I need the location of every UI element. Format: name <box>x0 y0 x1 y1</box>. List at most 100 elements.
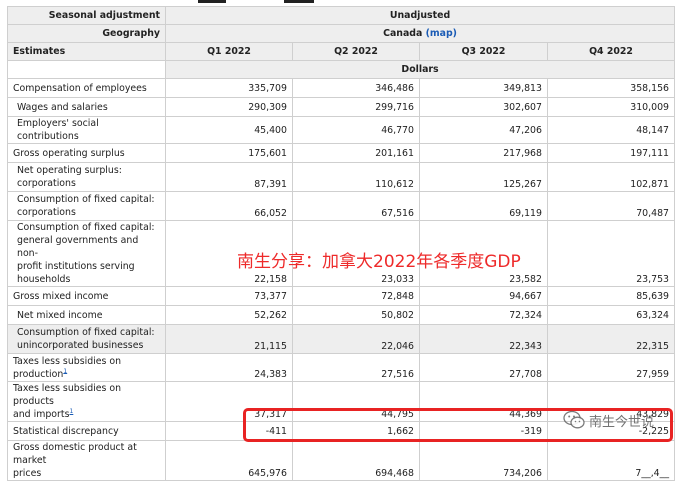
value-cell: 63,324 <box>546 305 676 325</box>
value-cell: 125,267 <box>419 162 548 192</box>
value-cell: 645,976 <box>165 440 293 481</box>
table-row: Employers' social contributions 45,400 46,… <box>7 116 676 144</box>
value-cell: 349,813 <box>419 78 548 98</box>
row-label-line: and imports <box>13 409 70 420</box>
row-label-line: prices <box>13 468 42 479</box>
row-label-line: Gross domestic product at market <box>13 442 137 466</box>
value-cell: 102,871 <box>546 162 676 192</box>
estimates-label: Estimates <box>7 42 166 61</box>
row-label: Employers' social contributions <box>7 116 166 144</box>
value-cell: 24,383 <box>165 353 293 382</box>
row-label-text: Statistical discrepancy <box>13 425 119 437</box>
watermark-caption: 南生分享：加拿大2022年各季度GDP <box>237 252 521 272</box>
row-label: Compensation of employees <box>7 78 166 98</box>
value-cell: 110,612 <box>292 162 420 192</box>
table-row: Consumption of fixed capital: corporation… <box>7 191 676 221</box>
footnote-link[interactable]: 1 <box>69 408 73 415</box>
estimates-header-row: Estimates Q1 2022 Q2 2022 Q3 2022 Q4 202… <box>7 42 676 61</box>
table-row: Wages and salaries 290,309 299,716 302,607 3… <box>7 97 676 117</box>
value-cell: 335,709 <box>165 78 293 98</box>
table-row: Consumption of fixed capital: unincorpora… <box>7 324 676 354</box>
row-label-text: Wages and salaries <box>17 101 108 113</box>
geography-row: Geography Canada (map) <box>7 24 676 43</box>
seasonal-adjustment-value: Unadjusted <box>164 6 676 25</box>
row-label-line: general governments and non- <box>17 235 139 259</box>
geography-value: Canada <box>383 28 423 39</box>
row-label-text: Gross mixed income <box>13 290 109 302</box>
top-strip <box>0 0 700 4</box>
row-label-line: Consumption of fixed capital: <box>17 222 155 233</box>
value-cell: 22,343 <box>419 324 548 354</box>
value-cell: 46,770 <box>292 116 420 144</box>
row-label: Taxes less subsidies on production1 <box>7 353 166 382</box>
seasonal-adjustment-label: Seasonal adjustment <box>7 6 166 25</box>
value-cell: 67,516 <box>292 191 420 221</box>
value-cell: 299,716 <box>292 97 420 117</box>
units-label: Dollars <box>164 60 676 79</box>
row-label: Gross operating surplus <box>7 143 166 163</box>
value-cell: 27,959 <box>546 353 676 382</box>
value-cell: 217,968 <box>419 143 548 163</box>
row-label: Consumption of fixed capital: unincorpora… <box>7 324 166 354</box>
quarter-header: Q4 2022 <box>546 42 676 61</box>
quarter-header: Q1 2022 <box>165 42 293 61</box>
value-cell: 27,516 <box>292 353 420 382</box>
value-cell: 73,377 <box>165 286 293 306</box>
value-cell: 346,486 <box>292 78 420 98</box>
row-label: Consumption of fixed capital: corporation… <box>7 191 166 221</box>
row-label-line: corporations <box>17 207 76 218</box>
value-cell: 52,262 <box>165 305 293 325</box>
row-label: Wages and salaries <box>7 97 166 117</box>
value-cell: 23,753 <box>546 220 676 287</box>
row-label: Consumption of fixed capital: general gov… <box>7 220 166 287</box>
table-row: Gross mixed income 73,377 72,848 94,667 85,6… <box>7 286 676 306</box>
table-row: Compensation of employees 335,709 346,486 3… <box>7 78 676 98</box>
quarter-header: Q3 2022 <box>419 42 548 61</box>
value-cell: 72,324 <box>419 305 548 325</box>
row-label-line: profit institutions serving <box>17 261 135 272</box>
table-row: Net mixed income 52,262 50,802 72,324 63,324 <box>7 305 676 325</box>
row-label-text: Employers' social contributions <box>17 118 99 142</box>
table-row: Net operating surplus: corporations 87,391… <box>7 162 676 192</box>
value-cell: 197,111 <box>546 143 676 163</box>
row-label-line: unincorporated businesses <box>17 340 144 351</box>
wechat-watermark: 南生今世说 <box>563 409 654 431</box>
row-label-line: Net operating surplus: <box>17 165 122 176</box>
value-cell: 27,708 <box>419 353 548 382</box>
value-cell: 7__,4__ <box>546 440 676 481</box>
row-label-text: Compensation of employees <box>13 82 147 94</box>
map-link[interactable]: (map) <box>426 28 457 39</box>
value-cell: 310,009 <box>546 97 676 117</box>
row-label: Gross mixed income <box>7 286 166 306</box>
row-label: Gross domestic product at market prices <box>7 440 166 481</box>
value-cell: 175,601 <box>165 143 293 163</box>
seasonal-adjustment-row: Seasonal adjustment Unadjusted <box>7 6 676 25</box>
row-label-line: Consumption of fixed capital: <box>17 327 155 338</box>
row-label-line: Taxes less subsidies on products <box>13 383 122 407</box>
value-cell: 70,487 <box>546 191 676 221</box>
value-cell: 201,161 <box>292 143 420 163</box>
row-label: Net operating surplus: corporations <box>7 162 166 192</box>
value-cell: 22,046 <box>292 324 420 354</box>
row-label: Statistical discrepancy <box>7 421 166 441</box>
table-row: Gross operating surplus 175,601 201,161 217… <box>7 143 676 163</box>
geography-label: Geography <box>7 24 166 43</box>
row-label-text: Net mixed income <box>17 309 103 321</box>
value-cell: 358,156 <box>546 78 676 98</box>
footnote-link[interactable]: 1 <box>63 367 67 374</box>
value-cell: 94,667 <box>419 286 548 306</box>
value-cell: 50,802 <box>292 305 420 325</box>
row-label-line: corporations <box>17 178 76 189</box>
value-cell: 302,607 <box>419 97 548 117</box>
units-spacer <box>7 60 166 79</box>
row-label-line: households <box>17 274 71 285</box>
value-cell: 45,400 <box>165 116 293 144</box>
row-label-text: Gross operating surplus <box>13 147 125 159</box>
value-cell: 290,309 <box>165 97 293 117</box>
value-cell: 66,052 <box>165 191 293 221</box>
table-row: Taxes less subsidies on production1 24,383… <box>7 353 676 382</box>
quarter-header: Q2 2022 <box>292 42 420 61</box>
value-cell: 48,147 <box>546 116 676 144</box>
wechat-icon <box>563 410 585 429</box>
table-row: Gross domestic product at market prices 64… <box>7 440 676 481</box>
